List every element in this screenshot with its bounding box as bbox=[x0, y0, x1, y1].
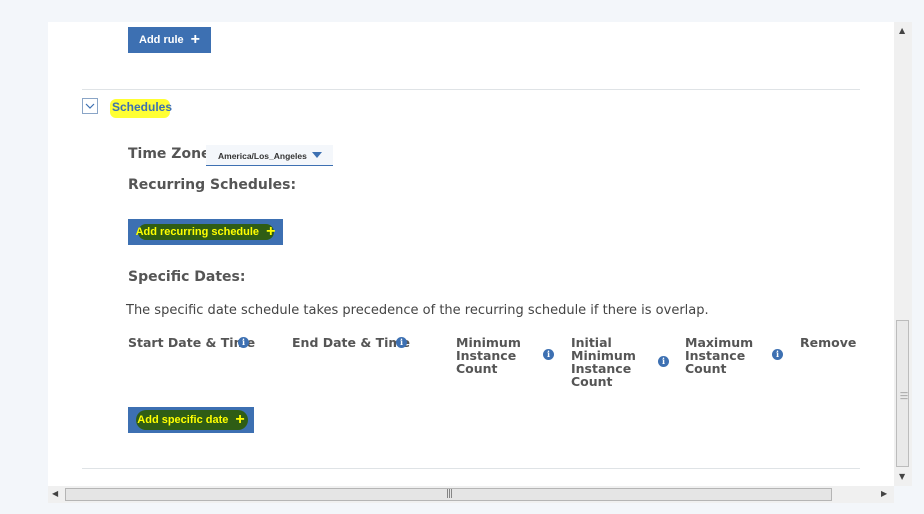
horizontal-scrollbar[interactable]: ◀ ||| ▶ bbox=[48, 486, 894, 503]
recurring-schedules-label: Recurring Schedules: bbox=[128, 177, 297, 193]
plus-icon: + bbox=[266, 223, 276, 240]
add-rule-label: Add rule bbox=[139, 34, 184, 46]
col-end-date-time: End Date & Time bbox=[292, 335, 410, 350]
col-min-line-3: Count bbox=[456, 361, 498, 376]
scroll-left-arrow-icon[interactable]: ◀ bbox=[52, 489, 58, 498]
add-recurring-schedule-button[interactable]: Add recurring schedule + bbox=[128, 219, 283, 245]
chevron-down-icon bbox=[85, 103, 95, 109]
time-zone-select[interactable]: America/Los_Angeles bbox=[206, 145, 333, 166]
specific-dates-label: Specific Dates: bbox=[128, 269, 246, 285]
info-icon[interactable]: i bbox=[238, 337, 249, 348]
divider-top bbox=[82, 89, 860, 90]
info-icon[interactable]: i bbox=[396, 337, 407, 348]
info-icon[interactable]: i bbox=[658, 356, 669, 367]
time-zone-value: America/Los_Angeles bbox=[218, 151, 307, 161]
add-specific-date-button[interactable]: Add specific date + bbox=[128, 407, 254, 433]
grip-icon: — — — bbox=[900, 388, 908, 403]
divider-bottom bbox=[82, 468, 860, 469]
add-recurring-schedule-label: Add recurring schedule bbox=[135, 226, 260, 238]
col-init-line-4: Count bbox=[571, 374, 613, 389]
collapse-toggle[interactable] bbox=[82, 98, 98, 114]
add-rule-button[interactable]: Add rule + bbox=[128, 27, 211, 53]
vertical-scroll-thumb[interactable]: — — — bbox=[896, 320, 909, 467]
time-zone-label: Time Zone: bbox=[128, 146, 217, 162]
col-initial-minimum-instance-count: Initial Minimum Instance Count bbox=[571, 336, 636, 388]
add-specific-date-label: Add specific date bbox=[137, 414, 229, 426]
col-start-date-time: Start Date & Time bbox=[128, 335, 256, 350]
info-icon[interactable]: i bbox=[543, 349, 554, 360]
info-icon[interactable]: i bbox=[772, 349, 783, 360]
col-maximum-instance-count: Maximum Instance Count bbox=[685, 336, 753, 375]
caret-down-icon bbox=[312, 152, 322, 158]
col-minimum-instance-count: Minimum Instance Count bbox=[456, 336, 521, 375]
col-remove: Remove bbox=[800, 335, 857, 350]
vertical-scrollbar[interactable]: ▲ — — — ▼ bbox=[894, 22, 912, 486]
grip-icon: ||| bbox=[446, 489, 453, 499]
plus-icon: + bbox=[235, 411, 245, 428]
horizontal-scroll-thumb[interactable]: ||| bbox=[65, 488, 832, 501]
scroll-down-arrow-icon[interactable]: ▼ bbox=[899, 472, 905, 481]
plus-icon: + bbox=[190, 31, 200, 48]
scroll-up-arrow-icon[interactable]: ▲ bbox=[899, 26, 905, 35]
scroll-right-arrow-icon[interactable]: ▶ bbox=[881, 489, 887, 498]
precedence-note: The specific date schedule takes precede… bbox=[126, 303, 709, 318]
col-max-line-3: Count bbox=[685, 361, 727, 376]
section-title[interactable]: Schedules bbox=[112, 100, 172, 114]
